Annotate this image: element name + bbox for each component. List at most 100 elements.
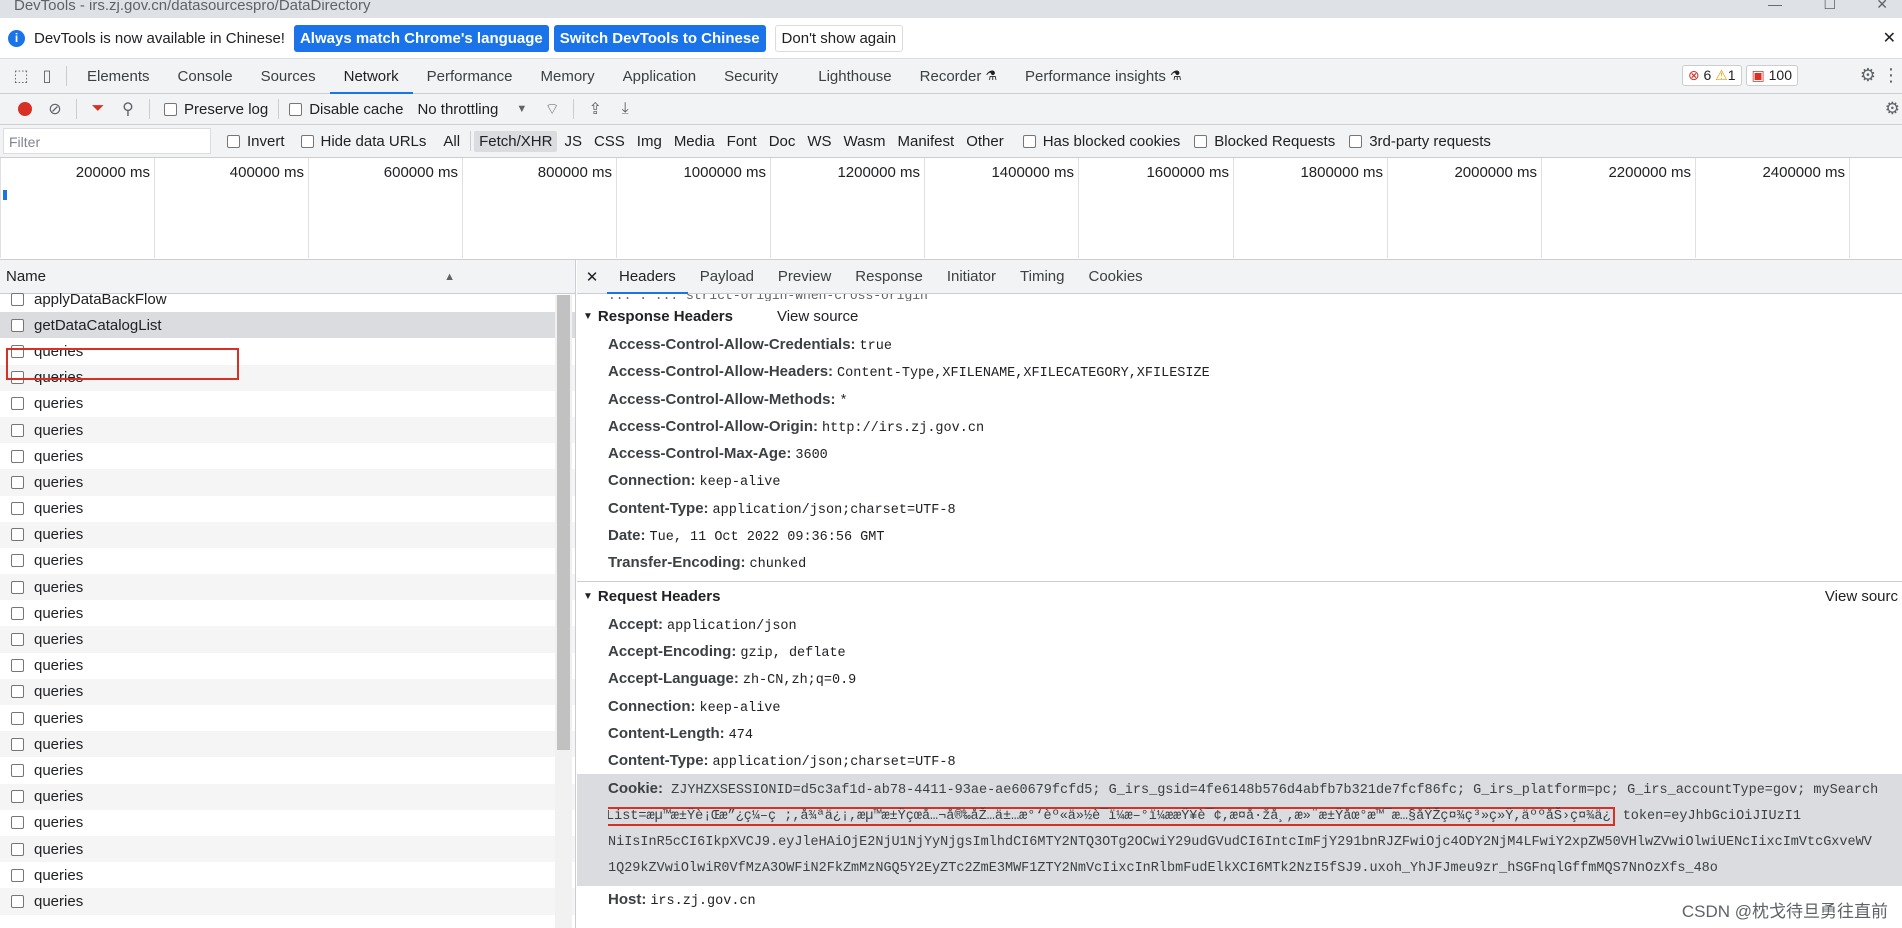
- network-conditions-icon[interactable]: ⌔: [537, 99, 567, 119]
- tab-application[interactable]: Application: [609, 59, 710, 94]
- issue-badges[interactable]: ⊗ 6 ⚠1 ▣ 100: [1678, 65, 1798, 86]
- request-file-icon: [11, 397, 24, 411]
- network-overview-timeline[interactable]: 200000 ms 400000 ms 600000 ms 800000 ms …: [0, 158, 1902, 260]
- list-item[interactable]: queries: [0, 888, 575, 915]
- list-item[interactable]: queries: [0, 600, 575, 626]
- tab-memory[interactable]: Memory: [527, 59, 609, 94]
- timeline-tick: 200000 ms: [0, 158, 154, 258]
- list-item[interactable]: getDataCatalogList: [0, 312, 575, 339]
- tab-cookies[interactable]: Cookies: [1076, 260, 1154, 294]
- tab-preview[interactable]: Preview: [766, 260, 843, 294]
- issues-count-badge[interactable]: ▣ 100: [1745, 65, 1798, 86]
- list-item[interactable]: queries: [0, 548, 575, 574]
- hide-data-urls-checkbox[interactable]: [300, 134, 314, 148]
- language-infobar: i DevTools is now available in Chinese! …: [0, 18, 1902, 59]
- device-toolbar-icon[interactable]: ▯: [34, 66, 60, 86]
- minimize-icon[interactable]: —: [1768, 0, 1782, 12]
- timeline-tick: 2400000 ms: [1695, 158, 1849, 258]
- list-item[interactable]: queries: [0, 626, 575, 653]
- list-item[interactable]: queries: [0, 521, 575, 548]
- search-icon[interactable]: ⚲: [113, 99, 143, 119]
- request-list-scrollbar[interactable]: [555, 295, 572, 928]
- list-item[interactable]: queries: [0, 731, 575, 758]
- window-close-icon[interactable]: ✕: [1876, 0, 1888, 13]
- blocked-requests-checkbox[interactable]: [1194, 134, 1208, 148]
- clear-icon[interactable]: ⊘: [40, 99, 70, 119]
- dont-show-again-button[interactable]: Don't show again: [774, 24, 904, 52]
- upload-har-icon[interactable]: ⇪: [580, 99, 610, 119]
- network-filterbar: Filter Invert Hide data URLs All Fetch/X…: [0, 125, 1902, 158]
- tab-timing[interactable]: Timing: [1008, 260, 1076, 294]
- list-item[interactable]: queries: [0, 757, 575, 783]
- list-item[interactable]: queries: [0, 705, 575, 731]
- network-settings-gear-icon[interactable]: ⚙: [1885, 99, 1900, 119]
- inspect-element-icon[interactable]: ⬚: [8, 66, 34, 86]
- third-party-requests-checkbox[interactable]: [1349, 134, 1363, 148]
- tab-performance-insights[interactable]: Performance insights: [1011, 59, 1180, 94]
- list-item[interactable]: queries: [0, 783, 575, 810]
- close-detail-icon[interactable]: ✕: [577, 268, 607, 286]
- cookie-value-line: 1Q29kZVwiOlwiR0VfMzA3OWFiN2FkZmMzNGQ5Y2E…: [608, 861, 1718, 877]
- list-item[interactable]: applyDataBackFlow: [0, 286, 575, 312]
- has-blocked-cookies-checkbox[interactable]: [1022, 134, 1036, 148]
- list-item[interactable]: queries: [0, 653, 575, 679]
- preserve-log-checkbox[interactable]: [164, 102, 177, 116]
- tab-lighthouse[interactable]: Lighthouse: [804, 59, 905, 94]
- filter-all[interactable]: All: [438, 131, 465, 152]
- list-item[interactable]: queries: [0, 416, 575, 444]
- error-count-badge[interactable]: ⊗ 6 ⚠1: [1681, 65, 1742, 86]
- list-item[interactable]: queries: [0, 469, 575, 496]
- list-item[interactable]: queries: [0, 835, 575, 863]
- download-har-icon[interactable]: ⤓: [610, 100, 640, 118]
- request-file-icon: [11, 580, 24, 594]
- tab-security[interactable]: Security: [710, 59, 792, 94]
- invert-checkbox[interactable]: [227, 134, 240, 148]
- view-source-link[interactable]: View source: [777, 308, 858, 325]
- match-language-button[interactable]: Always match Chrome's language: [293, 24, 549, 52]
- filter-img[interactable]: Img: [632, 131, 667, 152]
- filter-wasm[interactable]: Wasm: [839, 131, 891, 152]
- filter-font[interactable]: Font: [722, 131, 762, 152]
- tab-headers[interactable]: Headers: [607, 260, 688, 294]
- list-item[interactable]: queries: [0, 810, 575, 836]
- filter-js[interactable]: JS: [559, 131, 587, 152]
- filter-manifest[interactable]: Manifest: [893, 131, 960, 152]
- filter-css[interactable]: CSS: [589, 131, 630, 152]
- switch-to-chinese-button[interactable]: Switch DevTools to Chinese: [553, 24, 766, 52]
- response-headers-section[interactable]: ▼ Response Headers View source: [577, 301, 1902, 331]
- settings-gear-icon[interactable]: ⚙: [1860, 65, 1876, 86]
- view-source-link[interactable]: View sourc: [1825, 588, 1898, 605]
- tab-response[interactable]: Response: [843, 260, 935, 294]
- filter-icon[interactable]: ⏷: [83, 100, 113, 118]
- list-item[interactable]: queries: [0, 862, 575, 888]
- list-item[interactable]: queries: [0, 496, 575, 522]
- tab-elements[interactable]: Elements: [73, 59, 164, 94]
- filter-doc[interactable]: Doc: [764, 131, 801, 152]
- tab-performance[interactable]: Performance: [413, 59, 527, 94]
- tab-network[interactable]: Network: [329, 59, 413, 94]
- filter-ws[interactable]: WS: [802, 131, 836, 152]
- list-item[interactable]: queries: [0, 391, 575, 417]
- list-item[interactable]: queries: [0, 574, 575, 601]
- throttling-select[interactable]: No throttling: [417, 101, 498, 118]
- infobar-close-icon[interactable]: ✕: [1883, 28, 1896, 48]
- maximize-icon[interactable]: ☐: [1823, 0, 1836, 13]
- request-headers-section[interactable]: ▼ Request Headers View sourc: [577, 580, 1902, 611]
- tab-initiator[interactable]: Initiator: [935, 260, 1008, 294]
- more-options-icon[interactable]: ⋮: [1882, 65, 1900, 86]
- list-item[interactable]: queries: [0, 443, 575, 469]
- filter-other[interactable]: Other: [961, 131, 1009, 152]
- tab-console[interactable]: Console: [164, 59, 247, 94]
- list-item[interactable]: queries: [0, 678, 575, 705]
- has-blocked-cookies-label: Has blocked cookies: [1042, 132, 1181, 150]
- filter-media[interactable]: Media: [669, 131, 720, 152]
- filter-fetch-xhr[interactable]: Fetch/XHR: [474, 130, 558, 152]
- chevron-down-icon[interactable]: ▼: [516, 103, 527, 115]
- record-icon[interactable]: [10, 100, 40, 118]
- tab-recorder[interactable]: Recorder: [906, 59, 996, 94]
- tab-payload[interactable]: Payload: [688, 260, 766, 294]
- tab-sources[interactable]: Sources: [247, 59, 330, 94]
- disable-cache-checkbox[interactable]: [289, 102, 303, 116]
- scrollbar-thumb[interactable]: [557, 295, 570, 750]
- filter-input[interactable]: Filter: [3, 128, 211, 154]
